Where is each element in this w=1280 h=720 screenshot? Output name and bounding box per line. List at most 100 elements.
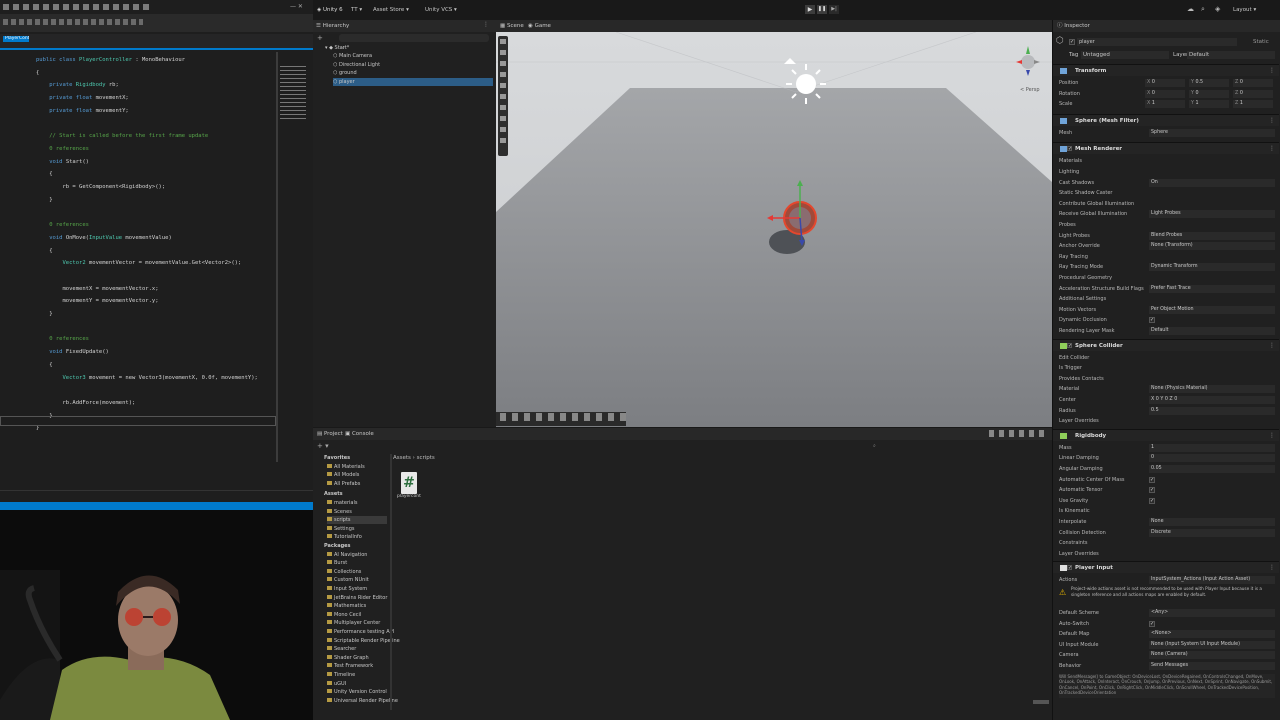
mesh-renderer-row-value[interactable]: On [1149, 178, 1275, 187]
package-folder[interactable]: Scriptable Render Pipeline [327, 637, 400, 645]
assets-folder[interactable]: TutorialInfo [327, 533, 362, 541]
player-input-row-value[interactable]: None (Input System UI Input Module) [1149, 640, 1275, 649]
breadcrumb-assets[interactable]: Assets [393, 455, 411, 461]
transform-z-field[interactable]: Z 0 [1233, 89, 1273, 98]
editor-menu-bar[interactable] [3, 4, 153, 10]
cloud-icon[interactable]: ☁ [1187, 5, 1194, 13]
player-input-enabled-checkbox[interactable]: ✓ [1067, 565, 1072, 571]
window-controls[interactable]: — ✕ [290, 4, 308, 10]
transform-x-field[interactable]: X 0 [1145, 89, 1185, 98]
project-tree-scrollbar[interactable] [390, 454, 392, 710]
project-tab[interactable]: ▤ Project [317, 430, 347, 438]
mesh-renderer-row-value[interactable]: Prefer Fast Trace [1149, 284, 1275, 293]
editor-toolbar-icons[interactable] [3, 19, 143, 25]
package-folder[interactable]: Packages [317, 542, 351, 550]
transform-y-field[interactable]: Y 0.5 [1189, 79, 1229, 87]
project-breadcrumb[interactable]: Assets › scripts [393, 454, 473, 462]
transform-y-field[interactable]: Y 1 [1189, 100, 1229, 109]
active-checkbox[interactable]: ✓ [1069, 39, 1075, 45]
assets-folder[interactable]: materials [327, 499, 357, 507]
hierarchy-search-input[interactable]: ⌕ [339, 34, 489, 51]
editor-scrollbar[interactable] [276, 52, 278, 462]
package-folder[interactable]: Unity Version Control [327, 688, 387, 696]
mesh-filter-header[interactable]: Sphere (Mesh Filter) ⋮ [1053, 113, 1279, 127]
layers-icon[interactable]: ◈ [1215, 5, 1220, 13]
account-dropdown[interactable]: TT ▾ [351, 6, 371, 14]
rigidbody-row-checkbox[interactable]: ✓ [1149, 476, 1155, 483]
hierarchy-item[interactable]: ⬡ player [333, 77, 493, 86]
favorites-item[interactable]: All Models [327, 471, 359, 479]
player-input-menu-icon[interactable]: ⋮ [1269, 562, 1275, 574]
sphere-collider-row-value[interactable]: X 0 Y 0 Z 0 [1149, 396, 1275, 404]
mesh-renderer-row-value[interactable]: Dynamic Transform [1149, 263, 1275, 272]
mesh-renderer-header[interactable]: ✓ Mesh Renderer ⋮ [1053, 142, 1279, 155]
package-folder[interactable]: AI Navigation [327, 551, 367, 559]
package-folder[interactable]: JetBrains Rider Editor [327, 594, 387, 602]
sphere-collider-row-value[interactable]: None (Physics Material) [1149, 385, 1275, 394]
mesh-filter-menu-icon[interactable]: ⋮ [1269, 115, 1275, 127]
asset-store-button[interactable]: Asset Store ▾ [373, 6, 413, 14]
sphere-collider-enabled-checkbox[interactable]: ✓ [1067, 342, 1072, 348]
transform-z-field[interactable]: Z 0 [1233, 79, 1273, 87]
package-folder[interactable]: Mono Cecil [327, 611, 361, 619]
package-folder[interactable]: Custom NUnit [327, 576, 369, 584]
hierarchy-item[interactable]: ⬡ Directional Light [333, 61, 380, 69]
rigidbody-row-value[interactable]: 0.05 [1149, 465, 1275, 473]
package-folder[interactable]: uGUI [327, 680, 346, 688]
package-folder[interactable]: Collections [327, 568, 361, 576]
player-input-row-checkbox[interactable]: ✓ [1149, 620, 1155, 627]
scene-tab[interactable]: ▦ Scene [500, 22, 530, 30]
search-icon[interactable]: ⌕ [1201, 5, 1205, 13]
rigidbody-row-value[interactable]: Discrete [1149, 528, 1275, 537]
console-tab[interactable]: ▣ Console [345, 430, 375, 438]
script-asset[interactable]: # playercontr... [397, 472, 421, 500]
inspector-tab[interactable]: ⓘ Inspector [1057, 22, 1097, 30]
sphere-collider-menu-icon[interactable]: ⋮ [1269, 340, 1275, 352]
mesh-renderer-row-value[interactable]: Blend Probes [1149, 231, 1275, 240]
rigidbody-menu-icon[interactable]: ⋮ [1269, 430, 1275, 442]
rigidbody-row-checkbox[interactable]: ✓ [1149, 487, 1155, 494]
rigidbody-row-value[interactable]: None [1149, 518, 1275, 526]
thumbnail-size-slider[interactable] [1033, 700, 1049, 704]
rigidbody-row-checkbox[interactable]: ✓ [1149, 497, 1155, 504]
rigidbody-row-value[interactable]: 0 [1149, 454, 1275, 463]
package-folder[interactable]: Burst [327, 559, 347, 567]
editor-file-tab[interactable]: PlayerControl.cs [3, 36, 29, 42]
assets-folder[interactable]: Settings [327, 525, 355, 533]
package-folder[interactable]: Shader Graph [327, 654, 369, 662]
scene-tool-palette[interactable] [498, 36, 508, 156]
more-icon[interactable]: ⋮ [483, 21, 489, 28]
assets-folder[interactable]: Assets [317, 490, 343, 498]
player-input-row-value[interactable]: Send Messages [1149, 662, 1275, 670]
package-folder[interactable]: Timeline [327, 671, 355, 679]
pause-button[interactable]: ❚❚ [817, 5, 827, 14]
package-folder[interactable]: Performance testing API [327, 628, 394, 636]
transform-z-field[interactable]: Z 1 [1233, 100, 1273, 109]
create-button[interactable]: + ▾ [317, 442, 329, 450]
breadcrumb-scripts[interactable]: scripts [417, 455, 435, 461]
mesh-renderer-row-value[interactable]: None (Transform) [1149, 242, 1275, 251]
rigidbody-header[interactable]: Rigidbody ⋮ [1053, 428, 1279, 442]
project-search-icon[interactable]: ⌕ [873, 442, 876, 450]
package-folder[interactable]: Mathematics [327, 602, 366, 610]
player-input-row-value[interactable]: <None> [1149, 630, 1275, 639]
object-name-field[interactable]: player [1077, 38, 1237, 46]
perspective-label[interactable]: < Persp [1020, 86, 1050, 94]
package-folder[interactable]: Test Framework [327, 662, 373, 670]
mesh-renderer-row-value[interactable]: Default [1149, 327, 1275, 335]
transform-header[interactable]: Transform ⋮ [1053, 64, 1279, 76]
mesh-renderer-row-checkbox[interactable]: ✓ [1149, 317, 1155, 324]
hierarchy-item[interactable]: ⬡ ground [333, 69, 357, 77]
mesh-renderer-row-value[interactable]: Light Probes [1149, 210, 1275, 219]
mesh-renderer-menu-icon[interactable]: ⋮ [1269, 143, 1275, 155]
package-folder[interactable]: Multiplayer Center [327, 619, 380, 627]
transform-x-field[interactable]: X 0 [1145, 79, 1185, 87]
layer-dropdown[interactable]: Default [1187, 51, 1275, 59]
transform-menu-icon[interactable]: ⋮ [1269, 65, 1275, 77]
tool-icons[interactable] [500, 39, 506, 149]
game-tab[interactable]: ◉ Game [528, 22, 558, 30]
static-toggle[interactable]: Static [1253, 38, 1277, 46]
step-button[interactable]: ▶| [829, 5, 839, 14]
package-folder[interactable]: Input System [327, 585, 367, 593]
sphere-collider-header[interactable]: ✓ Sphere Collider ⋮ [1053, 338, 1279, 352]
